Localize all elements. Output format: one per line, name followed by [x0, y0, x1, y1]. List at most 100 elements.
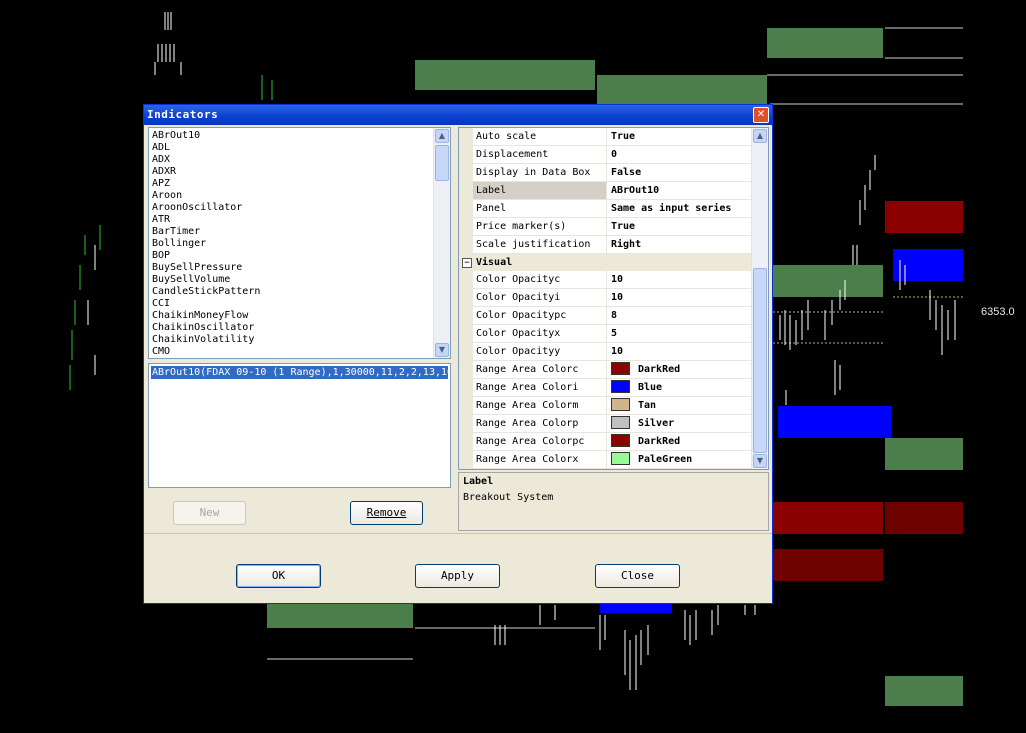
indicator-list-item[interactable]: ADL	[152, 142, 260, 154]
color-swatch	[611, 451, 630, 465]
property-value-text: Right	[611, 239, 642, 250]
property-value-text: True	[611, 221, 636, 232]
indicator-list-item[interactable]: ADXR	[152, 166, 260, 178]
indicator-list-item[interactable]: BuySellPressure	[152, 262, 260, 274]
row-gutter	[459, 182, 473, 199]
property-row[interactable]: Range Area Colorc DarkRed	[459, 361, 752, 379]
property-row[interactable]: Label ABrOut10	[459, 182, 752, 200]
indicator-list[interactable]: ABrOut10 ADL ADX ADXR APZ Aroon AroonOscillato…	[148, 127, 451, 359]
indicator-list-item[interactable]: Bollinger	[152, 238, 260, 250]
row-gutter	[459, 128, 473, 145]
property-name: Range Area Colory	[459, 469, 607, 470]
property-value[interactable]: Silver	[608, 415, 752, 432]
property-value[interactable]: False	[608, 164, 752, 181]
property-row[interactable]: Displacement 0	[459, 146, 752, 164]
property-row[interactable]: Color Opacitypc 8	[459, 307, 752, 325]
chevron-down-icon[interactable]: ▼	[435, 343, 449, 357]
applied-indicator-item[interactable]: ABrOut10(FDAX 09-10 (1 Range),1,30000,11…	[151, 366, 448, 379]
minus-box-icon[interactable]: −	[462, 258, 472, 268]
property-value[interactable]: Blue	[608, 379, 752, 396]
property-value[interactable]: True	[608, 128, 752, 145]
indicator-list-item[interactable]: AroonOscillator	[152, 202, 260, 214]
property-row[interactable]: Range Area Colorp Silver	[459, 415, 752, 433]
property-row[interactable]: Range Area Colori Blue	[459, 379, 752, 397]
property-value-text: True	[611, 131, 636, 142]
property-value[interactable]: Right	[608, 236, 752, 253]
indicator-list-item[interactable]: BarTimer	[152, 226, 260, 238]
property-value[interactable]: Same as input series	[608, 200, 752, 217]
property-value[interactable]: 8	[608, 307, 752, 324]
scroll-thumb[interactable]	[753, 268, 767, 453]
property-grid-scrollbar[interactable]: ▲ ▼	[751, 128, 768, 469]
dialog-titlebar[interactable]: Indicators ✕	[144, 105, 772, 125]
indicator-list-item[interactable]: BOP	[152, 250, 260, 262]
indicator-list-item[interactable]: CMO	[152, 346, 260, 358]
property-row[interactable]: Color Opacityc 10	[459, 271, 752, 289]
property-grid[interactable]: Auto scale True Displacement 0 Display in Da…	[458, 127, 769, 470]
property-value[interactable]: 10	[608, 343, 752, 360]
color-swatch	[611, 361, 630, 375]
indicator-list-scrollbar[interactable]: ▲ ▼	[433, 128, 450, 358]
remove-button[interactable]: Remove	[350, 501, 423, 525]
property-value[interactable]: Tan	[608, 397, 752, 414]
indicator-list-item[interactable]: ChaikinOscillator	[152, 322, 260, 334]
property-row[interactable]: Color Opacityy 10	[459, 343, 752, 361]
property-value[interactable]: DarkRed	[608, 433, 752, 450]
category-visual[interactable]: − Visual	[459, 254, 752, 271]
row-gutter	[459, 218, 473, 235]
property-value[interactable]: DarkRed	[608, 361, 752, 378]
property-row[interactable]: Color Opacityx 5	[459, 325, 752, 343]
close-icon[interactable]: ✕	[753, 107, 769, 123]
chevron-up-icon[interactable]: ▲	[753, 129, 767, 143]
indicator-list-item[interactable]: ATR	[152, 214, 260, 226]
property-value[interactable]: 10	[608, 289, 752, 306]
row-gutter	[459, 200, 473, 217]
row-gutter	[459, 146, 473, 163]
property-row[interactable]: Range Area Colorx PaleGreen	[459, 451, 752, 469]
property-value-text: 10	[611, 274, 624, 285]
chevron-up-icon[interactable]: ▲	[435, 129, 449, 143]
apply-button[interactable]: Apply	[415, 564, 500, 588]
property-value[interactable]: True	[608, 218, 752, 235]
indicator-list-item[interactable]: Aroon	[152, 190, 260, 202]
scroll-thumb[interactable]	[435, 145, 449, 181]
applied-indicator-list[interactable]: ABrOut10(FDAX 09-10 (1 Range),1,30000,11…	[148, 363, 451, 488]
property-value[interactable]: Blue	[608, 469, 752, 470]
property-row[interactable]: Range Area ColoryBlue	[459, 469, 752, 470]
indicator-list-item[interactable]: CandleStickPattern	[152, 286, 260, 298]
property-row[interactable]: Display in Data Box False	[459, 164, 752, 182]
property-value[interactable]: PaleGreen	[608, 451, 752, 468]
property-value[interactable]: 10	[608, 271, 752, 288]
indicator-list-item[interactable]: BuySellVolume	[152, 274, 260, 286]
chevron-down-icon[interactable]: ▼	[753, 454, 767, 468]
property-value[interactable]: ABrOut10	[608, 182, 752, 199]
row-gutter	[459, 236, 473, 253]
range-area	[773, 549, 883, 581]
row-gutter	[459, 469, 473, 470]
property-description: Label Breakout System	[458, 472, 769, 531]
row-gutter	[459, 343, 473, 360]
indicator-list-item[interactable]: CCI	[152, 298, 260, 310]
property-row[interactable]: Panel Same as input series	[459, 200, 752, 218]
indicator-list-item[interactable]: APZ	[152, 178, 260, 190]
property-name: Range Area Colorp	[459, 415, 607, 432]
new-button[interactable]: New	[173, 501, 246, 525]
property-value[interactable]: 5	[608, 325, 752, 342]
indicator-list-item[interactable]: ABrOut10	[152, 130, 260, 142]
ok-button[interactable]: OK	[236, 564, 321, 588]
property-value-text: Same as input series	[611, 203, 732, 214]
row-gutter	[459, 325, 473, 342]
indicator-list-item[interactable]: ChaikinMoneyFlow	[152, 310, 260, 322]
close-button[interactable]: Close	[595, 564, 680, 588]
property-row[interactable]: Scale justification Right	[459, 236, 752, 254]
indicator-list-item[interactable]: ChaikinVolatility	[152, 334, 260, 346]
property-name: Range Area Colori	[459, 379, 607, 396]
indicator-list-item[interactable]: ADX	[152, 154, 260, 166]
property-row[interactable]: Price marker(s) True	[459, 218, 752, 236]
property-row[interactable]: Range Area Colorpc DarkRed	[459, 433, 752, 451]
property-row[interactable]: Range Area Colorm Tan	[459, 397, 752, 415]
property-row[interactable]: Color Opacityi 10	[459, 289, 752, 307]
property-value[interactable]: 0	[608, 146, 752, 163]
property-row[interactable]: Auto scale True	[459, 128, 752, 146]
property-name: Label	[459, 182, 607, 199]
